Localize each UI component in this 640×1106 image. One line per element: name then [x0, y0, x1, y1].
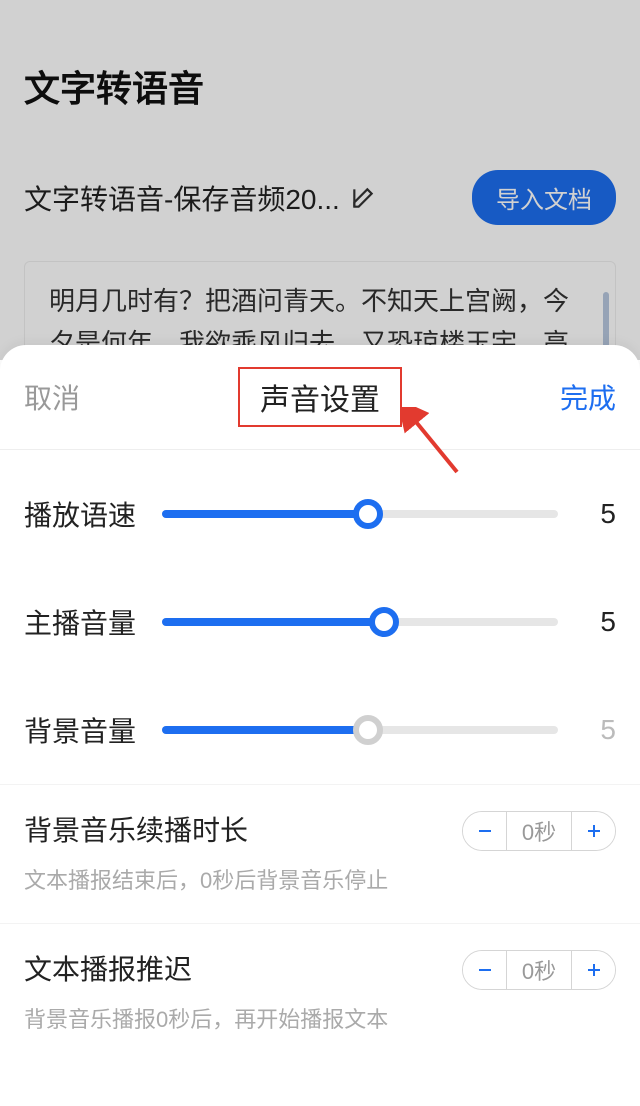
stepper-minus-button[interactable] [463, 951, 507, 989]
voice-volume-value: 5 [576, 606, 616, 638]
slider-thumb[interactable] [353, 715, 383, 745]
stepper-value: 0秒 [507, 815, 571, 847]
playback-speed-slider[interactable] [162, 510, 558, 518]
stepper-plus-button[interactable] [571, 812, 615, 850]
sheet-title-highlight: 声音设置 [238, 367, 402, 427]
cancel-button[interactable]: 取消 [24, 377, 80, 417]
slider-thumb[interactable] [353, 499, 383, 529]
bg-continue-desc: 文本播报结束后，0秒后背景音乐停止 [24, 863, 446, 895]
slider-fill [162, 510, 368, 518]
bg-volume-slider[interactable] [162, 726, 558, 734]
voice-volume-slider[interactable] [162, 618, 558, 626]
stepper-minus-button[interactable] [463, 812, 507, 850]
bg-continue-title: 背景音乐续播时长 [24, 809, 446, 849]
bg-volume-label: 背景音量 [24, 710, 144, 750]
sheet-title: 声音设置 [260, 384, 380, 417]
playback-speed-value: 5 [576, 498, 616, 530]
text-delay-stepper: 0秒 [462, 950, 616, 990]
text-delay-title: 文本播报推迟 [24, 948, 446, 988]
voice-volume-label: 主播音量 [24, 602, 144, 642]
slider-thumb[interactable] [369, 607, 399, 637]
slider-fill [162, 726, 368, 734]
sound-settings-sheet: 取消 声音设置 完成 播放语速 5 主播音量 [0, 345, 640, 1106]
bg-continue-stepper: 0秒 [462, 811, 616, 851]
modal-overlay[interactable] [0, 0, 640, 360]
stepper-plus-button[interactable] [571, 951, 615, 989]
done-button[interactable]: 完成 [560, 377, 616, 417]
text-delay-desc: 背景音乐播报0秒后，再开始播报文本 [24, 1002, 446, 1034]
bg-volume-value: 5 [576, 714, 616, 746]
slider-fill [162, 618, 384, 626]
stepper-value: 0秒 [507, 954, 571, 986]
playback-speed-label: 播放语速 [24, 494, 144, 534]
